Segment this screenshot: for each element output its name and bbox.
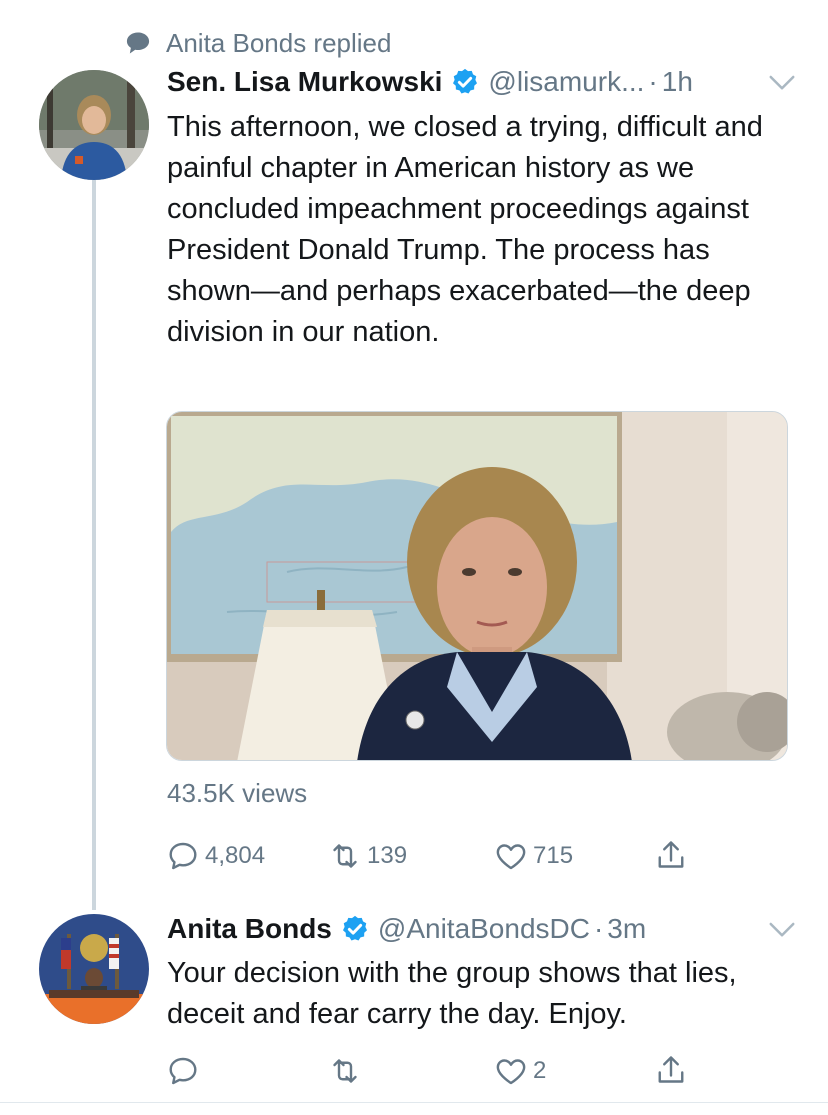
tweet1-actions: 4,804 139 715 [165, 836, 725, 876]
reply-button[interactable] [165, 1051, 205, 1091]
retweet-icon [333, 844, 357, 868]
verified-badge-icon [453, 68, 478, 94]
tweet1-view-count: 43.5K views [167, 778, 308, 808]
tweet2-separator: · [593, 913, 604, 944]
tweet1-text: This afternoon, we closed a trying, diff… [167, 111, 763, 348]
social-context-text: Anita Bonds replied [166, 27, 392, 58]
tweet1-handle[interactable]: @lisamurk... [488, 66, 644, 98]
tweet1-separator: · [648, 66, 658, 97]
heart-icon [496, 844, 526, 870]
verified-badge-icon [342, 915, 367, 941]
reply-button[interactable]: 4,804 [165, 836, 265, 876]
like-button[interactable]: 715 [493, 836, 573, 876]
retweet-button[interactable]: 139 [327, 836, 407, 876]
tweet2-header: Anita Bonds @AnitaBondsDC · 3m [167, 909, 797, 949]
avatar-image [39, 914, 149, 1024]
share-icon [658, 841, 684, 868]
retweet-icon [333, 1059, 357, 1083]
bottom-divider [0, 1102, 828, 1103]
thread-connector-line [92, 180, 96, 910]
heart-icon [496, 1059, 526, 1085]
share-button[interactable] [653, 836, 689, 876]
tweet1-display-name[interactable]: Sen. Lisa Murkowski [167, 66, 442, 98]
tweet1-timestamp[interactable]: 1h [662, 66, 693, 98]
tweet1-video[interactable] [166, 411, 788, 761]
tweet2-text: Your decision with the group shows that … [167, 957, 737, 1030]
reply-count: 4,804 [205, 842, 266, 869]
chevron-down-icon[interactable] [767, 70, 797, 94]
like-count: 715 [533, 842, 574, 869]
tweet2-handle[interactable]: @AnitaBondsDC [378, 913, 590, 945]
tweet2-actions: 2 [165, 1051, 725, 1091]
tweet2-display-name[interactable]: Anita Bonds [167, 913, 332, 945]
retweet-count: 139 [367, 842, 408, 869]
share-icon [658, 1056, 684, 1083]
social-context: Anita Bonds replied [124, 28, 391, 58]
avatar-image [39, 70, 149, 180]
speech-bubble-icon [126, 32, 150, 54]
reply-icon [169, 1057, 197, 1085]
reply-icon [169, 842, 197, 870]
retweet-button[interactable] [327, 1051, 367, 1091]
like-count: 2 [533, 1057, 547, 1084]
tweet1-header: Sen. Lisa Murkowski @lisamurk... · 1h [167, 62, 797, 102]
chevron-down-icon[interactable] [767, 917, 797, 941]
avatar-murkowski[interactable] [39, 70, 149, 180]
tweet2-timestamp[interactable]: 3m [607, 913, 646, 945]
avatar-bonds[interactable] [39, 914, 149, 1024]
video-thumbnail [167, 412, 787, 760]
like-button[interactable]: 2 [493, 1051, 546, 1091]
share-button[interactable] [653, 1051, 689, 1091]
